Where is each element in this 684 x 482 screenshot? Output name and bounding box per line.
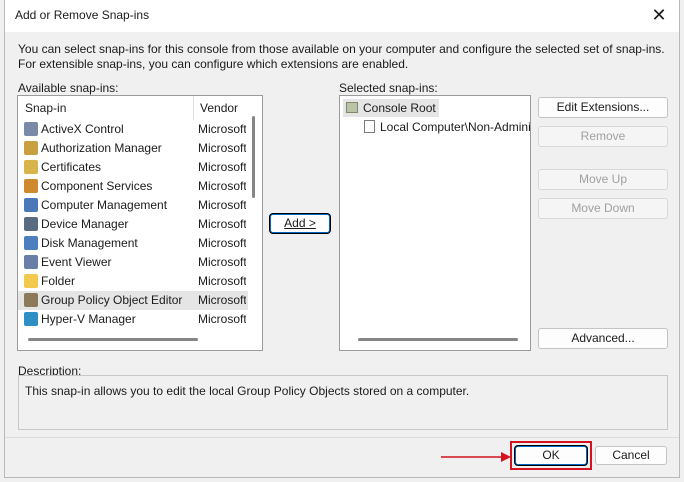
vertical-scrollbar[interactable] [252, 116, 255, 198]
folder-icon [24, 274, 38, 288]
snapin-vendor: Microsoft [198, 160, 246, 174]
available-snapins-list[interactable]: Snap-in Vendor ActiveX Control Microsoft A… [17, 95, 263, 351]
snapin-name: Folder [41, 274, 76, 288]
console-root-item[interactable]: Console Root [343, 99, 439, 117]
policy-document-icon [364, 120, 375, 133]
snapin-vendor: Microsoft [198, 217, 246, 231]
horizontal-scrollbar[interactable] [358, 338, 518, 341]
disk-management-icon [24, 236, 38, 250]
remove-label: Remove [580, 129, 626, 143]
ok-label: OK [542, 448, 560, 462]
close-icon[interactable]: ✕ [649, 5, 669, 25]
description-text: This snap-in allows you to edit the loca… [25, 384, 470, 398]
snapin-row[interactable]: Device Manager Microsoft [18, 215, 248, 234]
snapin-row[interactable]: Hyper-V Manager Microsoft [18, 310, 248, 329]
snapin-name: Event Viewer [41, 255, 112, 269]
snapin-name: Component Services [41, 179, 153, 193]
snapin-vendor: Microsoft [198, 122, 246, 136]
snapin-row[interactable]: Group Policy Object Editor Microsoft [18, 291, 248, 310]
snapin-row[interactable]: Computer Management Microsoft [18, 196, 248, 215]
advanced-label: Advanced... [571, 331, 635, 345]
move-down-label: Move Down [571, 201, 635, 215]
snapin-row[interactable]: Component Services Microsoft [18, 177, 248, 196]
snapin-vendor: Microsoft [198, 179, 246, 193]
add-remove-snapins-dialog: Add or Remove Snap-ins ✕ You can select … [4, 0, 680, 478]
add-button-label: Add > [284, 216, 316, 230]
console-root-folder-icon [346, 102, 358, 113]
component-services-icon [24, 179, 38, 193]
computer-management-icon [24, 198, 38, 212]
group-policy-icon [24, 293, 38, 307]
snapin-row[interactable]: Disk Management Microsoft [18, 234, 248, 253]
snapin-vendor: Microsoft [198, 141, 246, 155]
cancel-button[interactable]: Cancel [595, 446, 667, 465]
snapin-vendor: Microsoft [198, 274, 246, 288]
remove-button[interactable]: Remove [538, 126, 668, 147]
cancel-label: Cancel [612, 448, 650, 462]
column-header-snapin[interactable]: Snap-in [18, 96, 194, 120]
certificates-icon [24, 160, 38, 174]
description-box: This snap-in allows you to edit the loca… [18, 375, 668, 430]
arrow-annotation-icon [441, 452, 511, 462]
snapin-row[interactable]: Certificates Microsoft [18, 158, 248, 177]
snapin-name: ActiveX Control [41, 122, 124, 136]
move-up-label: Move Up [578, 172, 628, 186]
selected-snapins-label: Selected snap-ins: [339, 81, 438, 95]
hyperv-manager-icon [24, 312, 38, 326]
title-bar: Add or Remove Snap-ins ✕ [5, 0, 679, 32]
move-down-button[interactable]: Move Down [538, 198, 668, 219]
snapin-vendor: Microsoft [198, 255, 246, 269]
column-header-vendor[interactable]: Vendor [194, 96, 254, 120]
activex-icon [24, 122, 38, 136]
snapin-name: Computer Management [41, 198, 168, 212]
edit-extensions-button[interactable]: Edit Extensions... [538, 97, 668, 118]
authorization-manager-icon [24, 141, 38, 155]
selected-snapins-list[interactable]: Console Root Local Computer\Non-Administ… [339, 95, 531, 351]
ok-button[interactable]: OK [515, 446, 587, 465]
snapin-vendor: Microsoft [198, 236, 246, 250]
snapin-row[interactable]: ActiveX Control Microsoft [18, 120, 248, 139]
snapin-name: Device Manager [41, 217, 129, 231]
console-root-label: Console Root [363, 101, 436, 115]
snapin-row[interactable]: Authorization Manager Microsoft [18, 139, 248, 158]
snapin-row[interactable]: Event Viewer Microsoft [18, 253, 248, 272]
snapin-name: Hyper-V Manager [41, 312, 136, 326]
add-button[interactable]: Add > [270, 214, 330, 233]
local-computer-policy-label: Local Computer\Non-Administrators Policy [380, 120, 531, 134]
horizontal-scrollbar[interactable] [28, 338, 198, 341]
event-viewer-icon [24, 255, 38, 269]
snapin-name: Group Policy Object Editor [41, 293, 183, 307]
device-manager-icon [24, 217, 38, 231]
snapin-vendor: Microsoft [198, 312, 246, 326]
window-title: Add or Remove Snap-ins [15, 8, 150, 22]
advanced-button[interactable]: Advanced... [538, 328, 668, 349]
local-computer-policy-item[interactable]: Local Computer\Non-Administrators Policy [360, 118, 530, 136]
footer-divider [5, 437, 679, 438]
snapin-row[interactable]: Folder Microsoft [18, 272, 248, 291]
available-snapins-label: Available snap-ins: [18, 81, 119, 95]
snapin-name: Authorization Manager [41, 141, 162, 155]
snapin-name: Certificates [41, 160, 102, 174]
edit-extensions-label: Edit Extensions... [556, 100, 650, 114]
snapin-vendor: Microsoft [198, 198, 246, 212]
snapin-name: Disk Management [41, 236, 138, 250]
snapin-vendor: Microsoft [198, 293, 246, 307]
intro-text: You can select snap-ins for this console… [18, 42, 665, 71]
move-up-button[interactable]: Move Up [538, 169, 668, 190]
